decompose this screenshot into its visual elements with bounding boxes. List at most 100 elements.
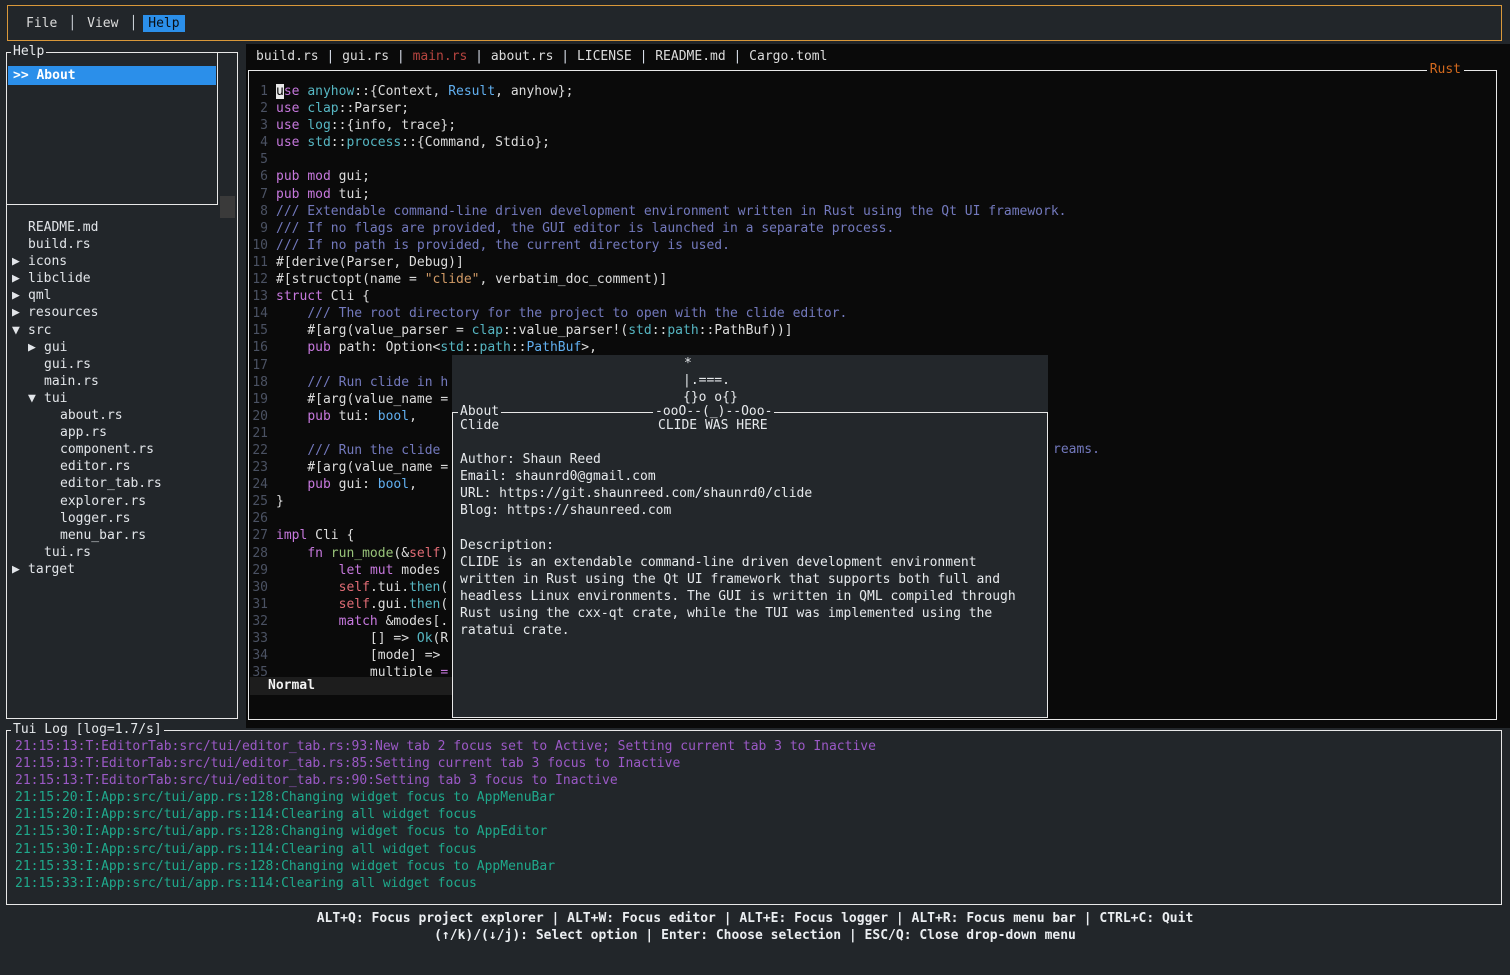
tree-item-label: logger.rs — [60, 511, 130, 526]
tree-item-tui-rs[interactable]: tui.rs — [8, 544, 236, 561]
chevron-collapsed-icon[interactable]: ▶ — [12, 304, 28, 321]
code-line[interactable]: 3use log::{info, trace}; — [250, 117, 1067, 134]
code-line[interactable]: 7pub mod tui; — [250, 186, 1067, 203]
chevron-collapsed-icon[interactable]: ▶ — [12, 270, 28, 287]
code-token: use — [276, 135, 299, 150]
tree-item-gui-rs[interactable]: gui.rs — [8, 356, 236, 373]
tree-item-component-rs[interactable]: component.rs — [8, 441, 236, 458]
chevron-collapsed-icon[interactable]: ▶ — [28, 339, 44, 356]
code-token: mut — [370, 563, 393, 578]
code-line[interactable]: 12#[structopt(name = "clide", verbatim_d… — [250, 271, 1067, 288]
code-line[interactable]: 10/// If no path is provided, the curren… — [250, 237, 1067, 254]
tree-item-about-rs[interactable]: about.rs — [8, 407, 236, 424]
tree-item-editor-tab-rs[interactable]: editor_tab.rs — [8, 475, 236, 492]
menu-item-view[interactable]: View — [82, 15, 123, 32]
tab-readme-md[interactable]: README.md — [655, 49, 725, 64]
explorer-scrollbar-thumb[interactable] — [220, 196, 235, 218]
tree-item-qml[interactable]: ▶qml — [8, 287, 236, 304]
code-line[interactable]: 2use clap::Parser; — [250, 100, 1067, 117]
code-line[interactable]: 15 #[arg(value_parser = clap::value_pars… — [250, 322, 1067, 339]
code-line[interactable]: 14 /// The root directory for the projec… — [250, 305, 1067, 322]
code-token: se — [284, 84, 300, 99]
chevron-collapsed-icon[interactable]: ▶ — [12, 253, 28, 270]
code-line[interactable]: 9/// If no flags are provided, the GUI e… — [250, 220, 1067, 237]
tree-item-label: libclide — [28, 271, 91, 286]
tui-log-panel: Tui Log [log=1.7/s] 21:15:13:T:EditorTab… — [6, 730, 1502, 905]
code-token: pub — [307, 477, 330, 492]
tab-main-rs[interactable]: main.rs — [413, 49, 468, 64]
code-token: :: — [511, 340, 527, 355]
line-number: 19 — [250, 391, 268, 408]
menu-item-file[interactable]: File — [21, 15, 62, 32]
code-token: tui: — [331, 409, 378, 424]
line-number: 21 — [250, 425, 268, 442]
code-line[interactable]: 13struct Cli { — [250, 288, 1067, 305]
code-line[interactable]: 5 — [250, 151, 1067, 168]
tree-item-label: qml — [28, 288, 51, 303]
tree-item-app-rs[interactable]: app.rs — [8, 424, 236, 441]
code-token: pub — [307, 340, 330, 355]
chevron-collapsed-icon[interactable]: ▶ — [12, 287, 28, 304]
code-token: tui; — [331, 187, 370, 202]
about-popup-line — [460, 434, 1041, 451]
tree-item-readme-md[interactable]: README.md — [8, 219, 236, 236]
code-line[interactable]: 16 pub path: Option<std::path::PathBuf>, — [250, 339, 1067, 356]
code-token — [276, 375, 307, 390]
code-token: ) — [440, 546, 448, 561]
tree-spacer — [44, 407, 60, 424]
code-token: mod — [307, 187, 330, 202]
log-entry: 21:15:13:T:EditorTab:src/tui/editor_tab.… — [15, 755, 876, 772]
code-token — [276, 477, 307, 492]
line-number: 8 — [250, 203, 268, 220]
tab-cargo-toml[interactable]: Cargo.toml — [749, 49, 827, 64]
tree-item-label: gui.rs — [44, 357, 91, 372]
tree-item-build-rs[interactable]: build.rs — [8, 236, 236, 253]
log-entry: 21:15:20:I:App:src/tui/app.rs:114:Cleari… — [15, 806, 876, 823]
code-token: self — [339, 597, 370, 612]
code-token: self — [339, 580, 370, 595]
code-token — [276, 546, 307, 561]
tree-item-src[interactable]: ▼src — [8, 322, 236, 339]
code-token: :: — [464, 340, 480, 355]
tree-item-editor-rs[interactable]: editor.rs — [8, 458, 236, 475]
tree-item-main-rs[interactable]: main.rs — [8, 373, 236, 390]
tab-about-rs[interactable]: about.rs — [491, 49, 554, 64]
tree-item-explorer-rs[interactable]: explorer.rs — [8, 493, 236, 510]
code-token: path: Option< — [331, 340, 441, 355]
code-token: modes — [393, 563, 440, 578]
code-line[interactable]: 6pub mod gui; — [250, 168, 1067, 185]
code-line[interactable]: 8/// Extendable command-line driven deve… — [250, 203, 1067, 220]
tree-item-tui[interactable]: ▼tui — [8, 390, 236, 407]
tree-item-logger-rs[interactable]: logger.rs — [8, 510, 236, 527]
chevron-expanded-icon[interactable]: ▼ — [28, 390, 44, 407]
tree-spacer — [28, 544, 44, 561]
log-entry: 21:15:33:I:App:src/tui/app.rs:128:Changi… — [15, 858, 876, 875]
line-number: 26 — [250, 510, 268, 527]
tree-item-resources[interactable]: ▶resources — [8, 304, 236, 321]
tab-gui-rs[interactable]: gui.rs — [342, 49, 389, 64]
code-token: use — [276, 118, 299, 133]
tree-spacer — [28, 373, 44, 390]
chevron-expanded-icon[interactable]: ▼ — [12, 322, 28, 339]
tree-item-icons[interactable]: ▶icons — [8, 253, 236, 270]
help-dropdown-item-about[interactable]: >> About — [8, 66, 216, 85]
code-token: [] => — [276, 631, 417, 646]
code-token: gui; — [331, 169, 370, 184]
tree-spacer — [44, 493, 60, 510]
tree-item-libclide[interactable]: ▶libclide — [8, 270, 236, 287]
chevron-collapsed-icon[interactable]: ▶ — [12, 561, 28, 578]
code-token: run_mode — [331, 546, 394, 561]
tree-item-target[interactable]: ▶target — [8, 561, 236, 578]
tab-license[interactable]: LICENSE — [577, 49, 632, 64]
tree-item-gui[interactable]: ▶gui — [8, 339, 236, 356]
code-line[interactable]: 11#[derive(Parser, Debug)] — [250, 254, 1067, 271]
menu-item-help[interactable]: Help — [143, 15, 184, 32]
about-popup-line: CLIDE is an extendable command-line driv… — [460, 554, 1041, 571]
tree-item-menu-bar-rs[interactable]: menu_bar.rs — [8, 527, 236, 544]
code-line[interactable]: 1use anyhow::{Context, Result, anyhow}; — [250, 83, 1067, 100]
line-number: 7 — [250, 186, 268, 203]
code-token — [276, 306, 307, 321]
code-line[interactable]: 4use std::process::{Command, Stdio}; — [250, 134, 1067, 151]
tree-spacer — [44, 510, 60, 527]
tab-build-rs[interactable]: build.rs — [256, 49, 319, 64]
